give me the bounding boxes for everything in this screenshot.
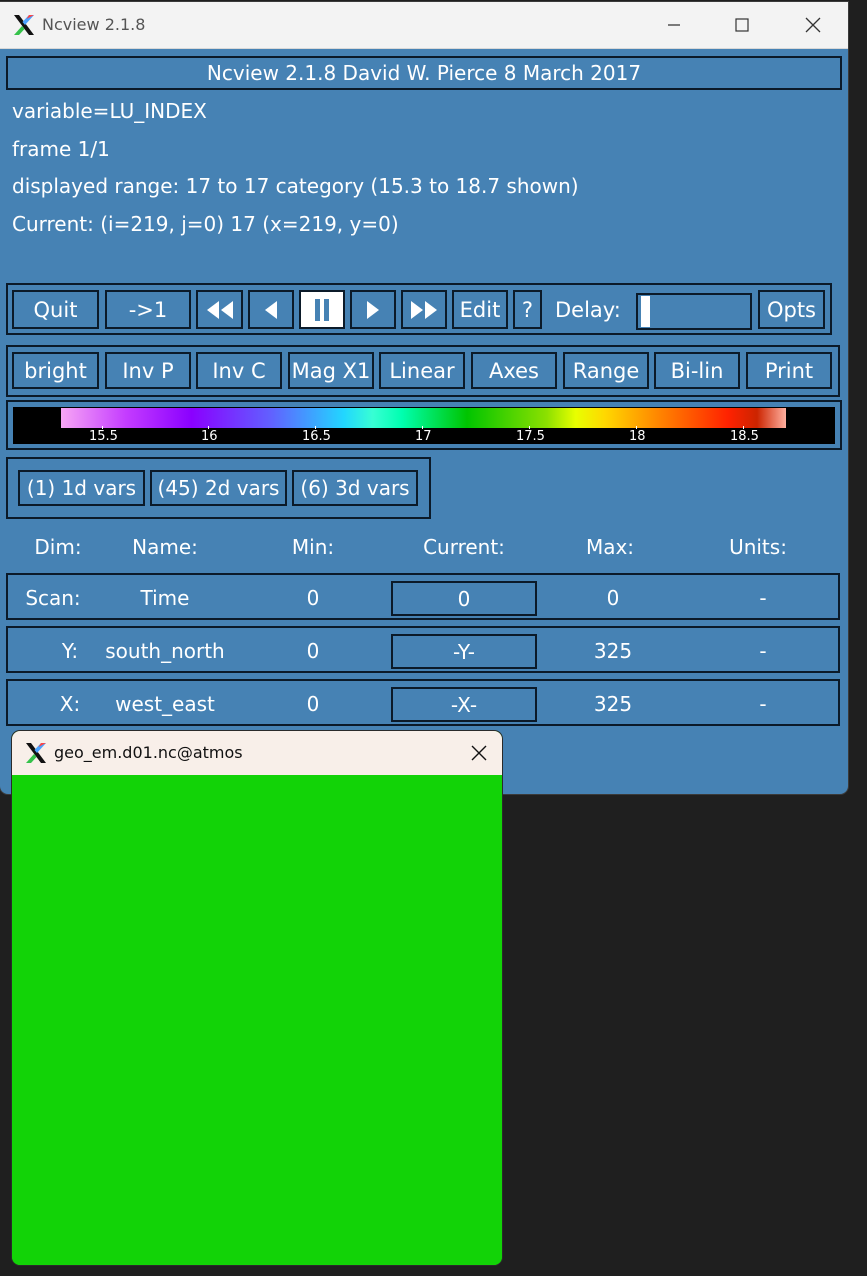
minimize-icon (668, 24, 680, 26)
frame-label: frame 1/1 (12, 137, 110, 161)
opts-button[interactable]: Opts (758, 290, 825, 329)
units-header: Units: (729, 535, 787, 559)
bi-lin-button[interactable]: Bi-lin (654, 352, 740, 389)
x11-logo-icon (26, 743, 46, 763)
range-label: displayed range: 17 to 17 category (15.3… (12, 174, 579, 198)
1d-vars-button[interactable]: (1) 1d vars (18, 470, 145, 506)
close-icon (805, 17, 821, 33)
version-text: Ncview 2.1.8 David W. Pierce 8 March 201… (206, 61, 642, 85)
dim-current-box[interactable]: 0 (391, 581, 537, 616)
colorbar-tick-label: 15.5 (89, 429, 118, 444)
help-button[interactable]: ? (513, 290, 542, 329)
step-forward-icon (367, 300, 379, 319)
title-bar[interactable]: Ncview 2.1.8 (0, 2, 848, 49)
image-window-close-button[interactable] (456, 731, 502, 775)
fast-forward-button[interactable] (401, 290, 447, 329)
minimize-button[interactable] (651, 2, 697, 48)
colorbar-tick-label: 18.5 (730, 429, 759, 444)
ncview-main-window: Ncview 2.1.8 Ncview 2.1.8 David W. Pierc… (0, 2, 848, 794)
name-header: Name: (132, 535, 198, 559)
colorbar-tick-label: 16 (201, 429, 218, 444)
maximize-button[interactable] (719, 2, 765, 48)
pause-icon (315, 298, 329, 321)
range-button[interactable]: Range (563, 352, 649, 389)
colorbar-tick-label: 17.5 (516, 429, 545, 444)
inv-p-button[interactable]: Inv P (105, 352, 191, 389)
2d-vars-button[interactable]: (45) 2d vars (150, 470, 287, 506)
window-title: Ncview 2.1.8 (42, 15, 146, 34)
dim-min: 0 (306, 586, 320, 610)
step-forward-button[interactable] (350, 290, 396, 329)
colorbar-tick-label: 18 (629, 429, 646, 444)
colorbar-tick-label: 17 (415, 429, 432, 444)
data-image-canvas[interactable] (12, 775, 502, 1265)
dim-max: 325 (593, 692, 633, 716)
dim-current-box[interactable]: -X- (391, 687, 537, 722)
close-icon (471, 745, 487, 761)
image-window-title-bar[interactable]: geo_em.d01.nc@atmos (12, 731, 502, 775)
dim-units: - (759, 586, 767, 610)
dim-label: Y: (61, 639, 79, 663)
colorbar-tick-label: 16.5 (302, 429, 331, 444)
3d-vars-button[interactable]: (6) 3d vars (292, 470, 418, 506)
step-backward-icon (265, 300, 277, 319)
x11-logo-icon (14, 15, 34, 35)
pause-button[interactable] (299, 290, 345, 329)
delay-slider-thumb[interactable] (641, 296, 650, 327)
maximize-icon (735, 18, 749, 32)
step-back-button[interactable] (248, 290, 294, 329)
inv-c-button[interactable]: Inv C (196, 352, 282, 389)
dim-name[interactable]: south_north (95, 639, 235, 663)
dim-max: 325 (593, 639, 633, 663)
current-header: Current: (423, 535, 505, 559)
image-window-title: geo_em.d01.nc@atmos (54, 743, 243, 762)
bright-button[interactable]: bright (12, 352, 99, 389)
dim-label: Scan: (25, 586, 81, 610)
current-label: Current: (i=219, j=0) 17 (x=219, y=0) (12, 212, 399, 236)
dim-name[interactable]: west_east (95, 692, 235, 716)
dim-min: 0 (306, 639, 320, 663)
max-header: Max: (585, 535, 635, 559)
dim-max: 0 (606, 586, 620, 610)
colorbar[interactable]: 15.5 16 16.5 17 17.5 18 18.5 (13, 407, 835, 444)
dim-units: - (759, 639, 767, 663)
min-header: Min: (291, 535, 335, 559)
fast-backward-icon (206, 300, 233, 319)
dim-header: Dim: (34, 535, 82, 559)
linear-button[interactable]: Linear (379, 352, 465, 389)
delay-slider[interactable] (636, 293, 752, 330)
first-frame-button[interactable]: ->1 (105, 290, 191, 329)
print-button[interactable]: Print (746, 352, 832, 389)
mag-button[interactable]: Mag X1 (288, 352, 374, 389)
variable-label: variable=LU_INDEX (12, 99, 207, 123)
rewind-button[interactable] (196, 290, 243, 329)
fast-forward-icon (411, 300, 437, 319)
axes-button[interactable]: Axes (471, 352, 557, 389)
dim-current-box[interactable]: -Y- (391, 634, 537, 669)
dim-units: - (759, 692, 767, 716)
version-header: Ncview 2.1.8 David W. Pierce 8 March 201… (6, 56, 842, 90)
delay-label: Delay: (555, 298, 621, 322)
dim-min: 0 (306, 692, 320, 716)
close-button[interactable] (790, 2, 836, 48)
dim-name[interactable]: Time (95, 586, 235, 610)
dim-label: X: (59, 692, 81, 716)
image-window: geo_em.d01.nc@atmos (12, 731, 502, 1265)
edit-button[interactable]: Edit (452, 290, 508, 329)
quit-button[interactable]: Quit (12, 290, 99, 329)
colorbar-gradient (61, 408, 786, 428)
